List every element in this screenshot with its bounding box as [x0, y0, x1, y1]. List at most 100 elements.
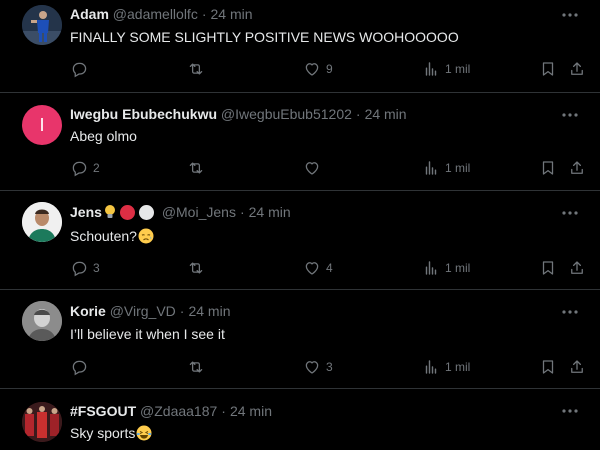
- views-button[interactable]: 1 mil: [422, 258, 470, 278]
- bookmark-button[interactable]: [539, 258, 557, 278]
- more-icon: [562, 211, 578, 215]
- like-button[interactable]: [303, 158, 326, 178]
- avatar-image-icon: [22, 402, 62, 442]
- reply-button[interactable]: 2: [70, 158, 100, 178]
- display-name[interactable]: Korie: [70, 303, 106, 319]
- more-icon: [562, 113, 578, 117]
- bookmark-icon: [542, 62, 554, 76]
- tweet[interactable]: I Iwegbu Ebubechukwu @IwegbuEbub51202 · 24…: [0, 93, 600, 191]
- username[interactable]: @IwegbuEbub51202: [221, 106, 352, 122]
- username[interactable]: @Moi_Jens: [162, 204, 236, 220]
- heart-icon: [305, 262, 319, 275]
- avatar[interactable]: [22, 202, 62, 242]
- tweet[interactable]: #FSGOUT @Zdaaa187 · 24 min Sky sports: [0, 389, 600, 450]
- action-bar: 9 1 mil: [70, 59, 590, 79]
- more-icon: [562, 310, 578, 314]
- tweet-text: Abeg olmo: [70, 128, 137, 144]
- more-button[interactable]: [560, 303, 580, 321]
- avatar[interactable]: [22, 5, 62, 45]
- tweet[interactable]: Korie @Virg_VD · 24 min I’ll believe it wh…: [0, 290, 600, 389]
- username[interactable]: @Zdaaa187: [140, 403, 217, 419]
- more-icon: [562, 13, 578, 17]
- action-bar: 2 1 mil: [70, 158, 590, 178]
- heart-icon: [305, 162, 319, 175]
- views-icon: [425, 360, 437, 374]
- reply-icon: [72, 161, 87, 177]
- more-button[interactable]: [560, 204, 580, 222]
- laughing-crying-emoji-icon: [136, 425, 152, 441]
- bookmark-icon: [542, 360, 554, 374]
- retweet-icon: [189, 262, 203, 274]
- display-name[interactable]: Adam: [70, 6, 109, 22]
- tweet-header: Korie @Virg_VD · 24 min: [70, 302, 230, 320]
- retweet-button[interactable]: [187, 59, 210, 79]
- views-icon: [425, 161, 437, 175]
- display-name[interactable]: #FSGOUT: [70, 403, 136, 419]
- reply-icon: [72, 62, 87, 78]
- bookmark-button[interactable]: [539, 158, 557, 178]
- tweet[interactable]: Jens @Moi_Jens · 24 min Schouten? 3 4 1 …: [0, 191, 600, 290]
- timestamp[interactable]: 24 min: [365, 106, 407, 122]
- reply-icon: [72, 360, 87, 376]
- display-name[interactable]: Jens: [70, 204, 102, 220]
- retweet-icon: [189, 63, 203, 75]
- tweet-header: #FSGOUT @Zdaaa187 · 24 min: [70, 402, 272, 420]
- white-circle-emoji-icon: [138, 205, 154, 220]
- like-button[interactable]: 4: [303, 258, 333, 278]
- retweet-button[interactable]: [187, 357, 210, 377]
- share-button[interactable]: [568, 258, 586, 278]
- more-button[interactable]: [560, 402, 580, 420]
- retweet-icon: [189, 162, 203, 174]
- view-count: 1 mil: [445, 62, 471, 76]
- heart-icon: [305, 361, 319, 374]
- username[interactable]: @adamellolfc: [113, 6, 198, 22]
- share-icon: [571, 62, 583, 75]
- like-count: 9: [326, 62, 333, 76]
- bookmark-icon: [542, 261, 554, 275]
- separator: ·: [355, 106, 361, 122]
- avatar-image-icon: [22, 5, 62, 45]
- timestamp[interactable]: 24 min: [249, 204, 291, 220]
- more-button[interactable]: [560, 106, 580, 124]
- views-icon: [425, 62, 437, 76]
- more-button[interactable]: [560, 6, 580, 24]
- tweet-text: Schouten?: [70, 228, 137, 244]
- display-name[interactable]: Iwegbu Ebubechukwu: [70, 106, 217, 122]
- bookmark-icon: [542, 161, 554, 175]
- timestamp[interactable]: 24 min: [211, 6, 253, 22]
- views-button[interactable]: 1 mil: [422, 59, 470, 79]
- avatar[interactable]: [22, 402, 62, 442]
- separator: ·: [239, 204, 245, 220]
- share-button[interactable]: [568, 158, 586, 178]
- avatar[interactable]: [22, 301, 62, 341]
- views-button[interactable]: 1 mil: [422, 158, 470, 178]
- tweet-text-row: Sky sports: [70, 424, 152, 442]
- bookmark-button[interactable]: [539, 59, 557, 79]
- reply-button[interactable]: [70, 357, 93, 377]
- share-icon: [571, 360, 583, 373]
- separator: ·: [221, 403, 226, 419]
- reply-count: 3: [93, 261, 100, 275]
- retweet-button[interactable]: [187, 258, 210, 278]
- bookmark-button[interactable]: [539, 357, 557, 377]
- retweet-button[interactable]: [187, 158, 210, 178]
- tweet-header: Adam @adamellolfc · 24 min: [70, 5, 253, 23]
- tweet[interactable]: Adam @adamellolfc · 24 min FINALLY SOME SL…: [0, 0, 600, 93]
- share-button[interactable]: [568, 357, 586, 377]
- tweet-header: Jens @Moi_Jens · 24 min: [70, 203, 291, 221]
- share-button[interactable]: [568, 59, 586, 79]
- reply-button[interactable]: 3: [70, 258, 100, 278]
- retweet-icon: [189, 361, 203, 373]
- avatar[interactable]: I: [22, 105, 62, 145]
- view-count: 1 mil: [445, 261, 471, 275]
- tweet-text: I’ll believe it when I see it: [70, 326, 225, 342]
- like-button[interactable]: 9: [303, 59, 333, 79]
- like-button[interactable]: 3: [303, 357, 333, 377]
- reply-button[interactable]: [70, 59, 93, 79]
- timestamp[interactable]: 24 min: [230, 403, 272, 419]
- username[interactable]: @Virg_VD: [110, 303, 176, 319]
- timestamp[interactable]: 24 min: [188, 303, 230, 319]
- views-button[interactable]: 1 mil: [422, 357, 470, 377]
- lightbulb-emoji-icon: [104, 204, 116, 220]
- avatar-image-icon: [22, 301, 62, 341]
